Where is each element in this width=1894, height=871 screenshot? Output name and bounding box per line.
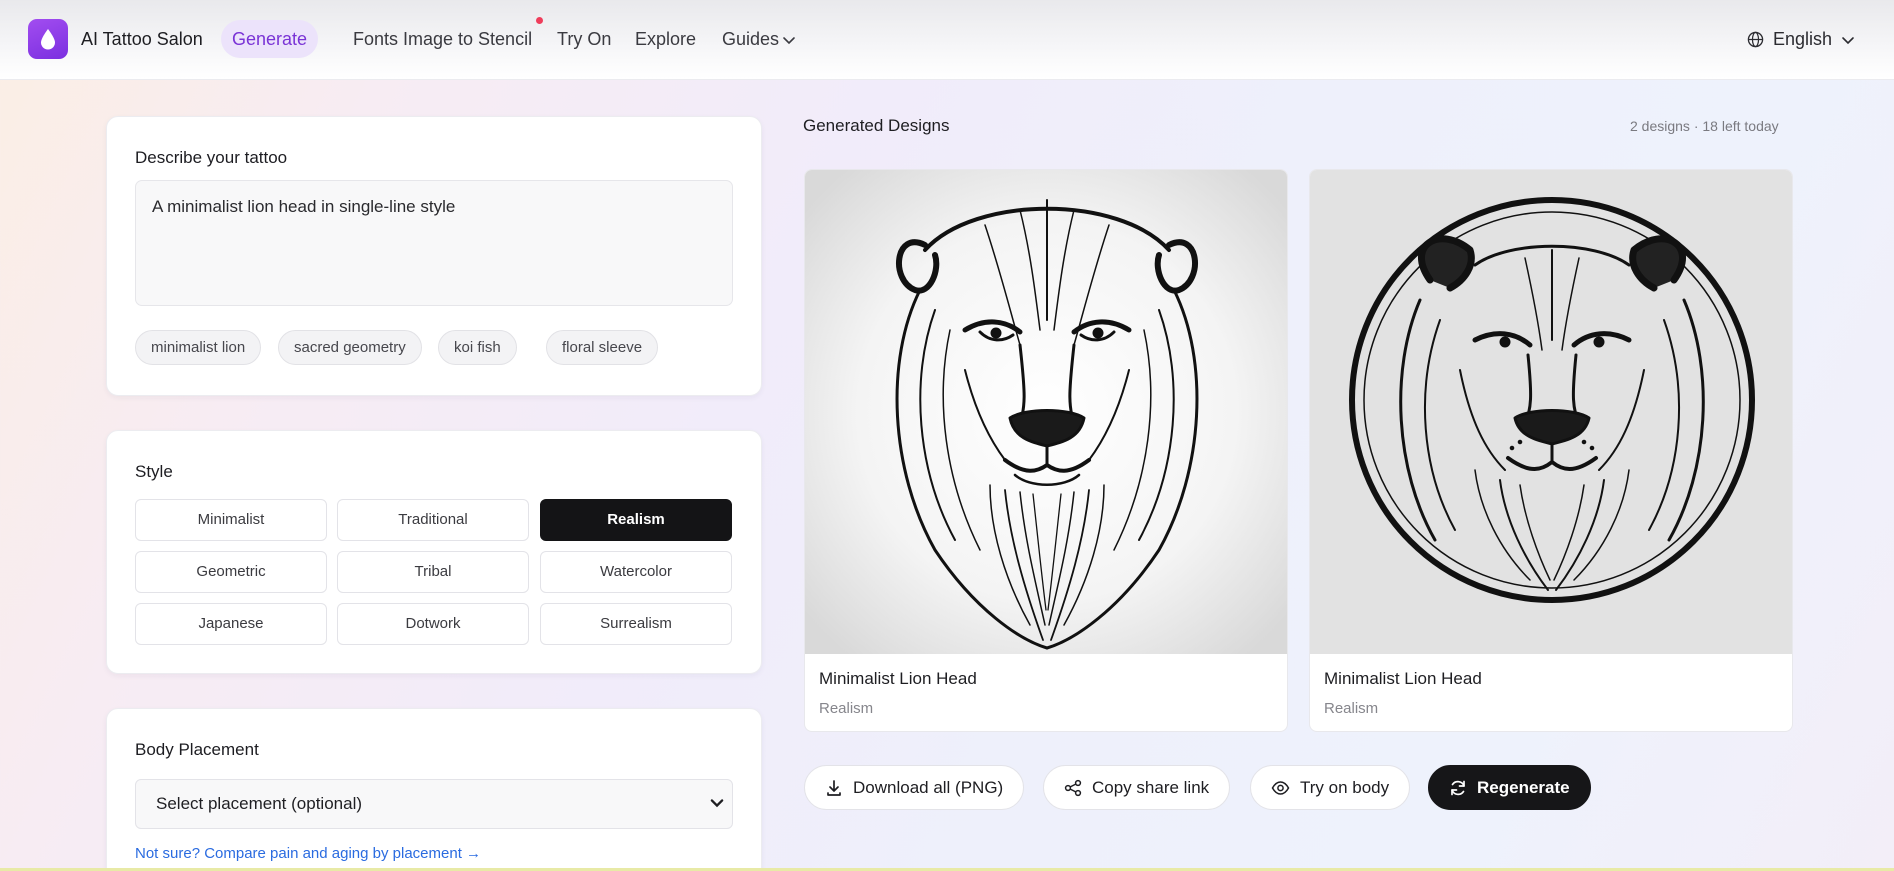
notification-dot xyxy=(536,17,543,24)
placement-select-value: Select placement (optional) xyxy=(156,794,363,813)
nav-generate[interactable]: Generate xyxy=(221,20,319,58)
suggestion-chip[interactable]: sacred geometry xyxy=(278,330,422,365)
download-all-button[interactable]: Download all (PNG) xyxy=(804,765,1025,810)
droplet-icon xyxy=(41,29,55,50)
style-option-realism[interactable]: Realism xyxy=(540,499,732,541)
chevron-down-icon[interactable] xyxy=(782,33,796,47)
eye-icon xyxy=(1271,780,1290,795)
nav-explore[interactable]: Explore xyxy=(624,20,707,58)
style-card: Style Minimalist Traditional Realism Geo… xyxy=(106,430,762,674)
download-all-label: Download all (PNG) xyxy=(853,777,1004,797)
suggestion-chip[interactable]: minimalist lion xyxy=(135,330,262,365)
design-card[interactable]: Minimalist Lion Head Realism xyxy=(1309,169,1793,732)
style-option-dotwork[interactable]: Dotwork xyxy=(337,603,529,645)
placement-select[interactable]: Select placement (optional) xyxy=(135,779,733,829)
regenerate-label: Regenerate xyxy=(1477,777,1570,797)
refresh-icon xyxy=(1451,780,1465,795)
download-icon xyxy=(827,779,841,796)
style-option-watercolor[interactable]: Watercolor xyxy=(540,551,732,593)
quota-text: 2 designs · 18 left today xyxy=(1630,118,1779,134)
language-label: English xyxy=(1773,29,1833,49)
chevron-down-icon xyxy=(710,799,724,808)
globe-icon xyxy=(1747,31,1764,48)
design-title: Minimalist Lion Head xyxy=(819,669,977,688)
nav-try-on[interactable]: Try On xyxy=(546,20,622,58)
style-title: Style xyxy=(135,462,173,481)
nav-guides[interactable]: Guides xyxy=(711,20,790,58)
logo[interactable] xyxy=(28,19,68,59)
copy-share-link-button[interactable]: Copy share link xyxy=(1043,765,1231,810)
lion-tattoo-image[interactable] xyxy=(805,170,1288,654)
lion-tattoo-image[interactable] xyxy=(1310,170,1793,654)
nav-image-to-stencil[interactable]: Image to Stencil xyxy=(392,20,543,58)
style-option-japanese[interactable]: Japanese xyxy=(135,603,327,645)
placement-title: Body Placement xyxy=(135,740,259,759)
style-option-minimalist[interactable]: Minimalist xyxy=(135,499,327,541)
prompt-textarea[interactable]: A minimalist lion head in single-line st… xyxy=(135,180,733,306)
language-selector[interactable]: English xyxy=(1747,29,1855,50)
describe-card: Describe your tattoo A minimalist lion h… xyxy=(106,116,762,396)
try-on-body-button[interactable]: Try on body xyxy=(1250,765,1411,810)
try-on-body-label: Try on body xyxy=(1300,777,1390,797)
style-option-surrealism[interactable]: Surrealism xyxy=(540,603,732,645)
top-navbar: AI Tattoo Salon Generate Fonts Image to … xyxy=(0,0,1894,80)
style-option-traditional[interactable]: Traditional xyxy=(337,499,529,541)
regenerate-button[interactable]: Regenerate xyxy=(1428,765,1591,810)
describe-title: Describe your tattoo xyxy=(135,148,288,167)
design-title: Minimalist Lion Head xyxy=(1324,669,1482,688)
results-title: Generated Designs xyxy=(803,116,950,135)
suggestion-chip[interactable]: koi fish xyxy=(438,330,517,365)
placement-card: Body Placement Select placement (optiona… xyxy=(106,708,762,871)
brand-name[interactable]: AI Tattoo Salon xyxy=(81,29,203,50)
placement-help-link[interactable]: Not sure? Compare pain and aging by plac… xyxy=(135,845,481,862)
share-icon xyxy=(1064,779,1082,796)
style-option-geometric[interactable]: Geometric xyxy=(135,551,327,593)
design-style: Realism xyxy=(1324,700,1379,717)
style-option-tribal[interactable]: Tribal xyxy=(337,551,529,593)
copy-share-link-label: Copy share link xyxy=(1092,777,1210,797)
design-style: Realism xyxy=(819,700,874,717)
suggestion-chip[interactable]: floral sleeve xyxy=(546,330,659,365)
chevron-down-icon xyxy=(1842,36,1854,44)
design-card[interactable]: Minimalist Lion Head Realism xyxy=(804,169,1288,732)
